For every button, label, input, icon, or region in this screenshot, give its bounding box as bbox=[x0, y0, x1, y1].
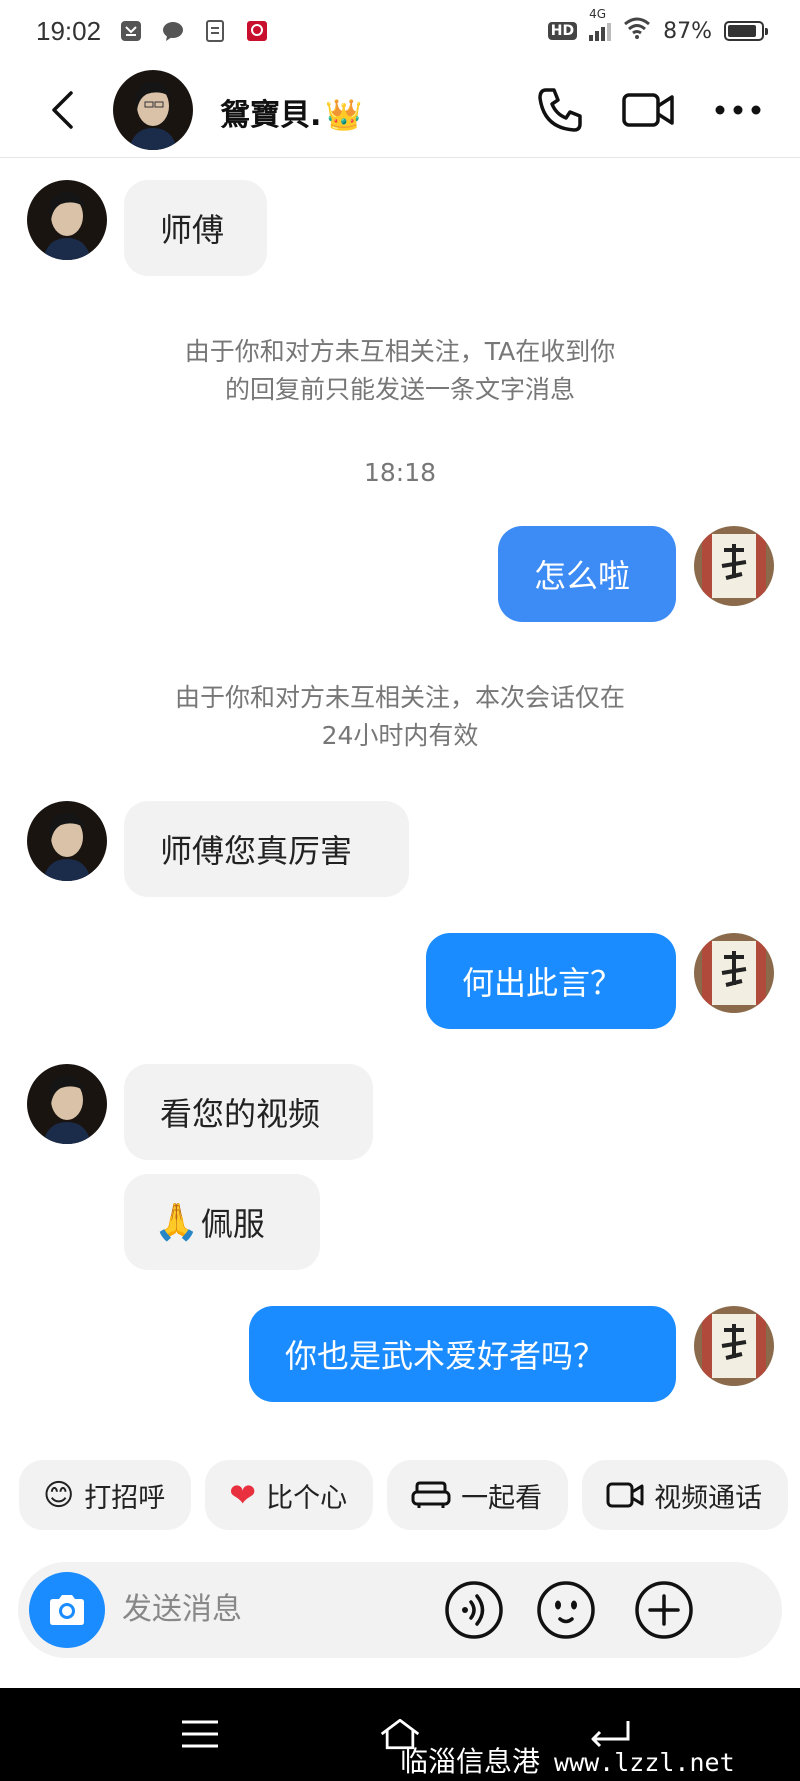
incoming-message-bubble[interactable]: 师傅您真厉害 bbox=[124, 801, 409, 897]
message-input[interactable]: 发送消息 bbox=[122, 1562, 242, 1658]
smile-emoji-icon: 😊 bbox=[43, 1477, 75, 1513]
incoming-message-bubble[interactable]: 看您的视频 bbox=[124, 1064, 373, 1160]
cellular-signal-icon: 4G bbox=[589, 7, 612, 41]
status-time: 19:02 bbox=[36, 15, 102, 46]
plus-icon bbox=[635, 1581, 693, 1639]
heart-icon: ❤ bbox=[229, 1476, 257, 1514]
quick-action-greet[interactable]: 😊 打招呼 bbox=[19, 1460, 192, 1530]
contact-avatar-small[interactable] bbox=[27, 801, 107, 881]
message-text: 师傅 bbox=[160, 211, 225, 249]
pray-emoji-icon: 🙏 bbox=[154, 1202, 199, 1243]
camera-icon bbox=[50, 1595, 84, 1625]
status-bar: 19:02 HD 4G 87% bbox=[0, 0, 800, 62]
wifi-icon bbox=[623, 17, 651, 45]
notice-line: 的回复前只能发送一条文字消息 bbox=[224, 375, 575, 404]
incoming-message-bubble[interactable]: 师傅 bbox=[124, 180, 267, 276]
voice-call-button[interactable] bbox=[534, 86, 586, 134]
quick-actions: 😊 打招呼 ❤ 比个心 一起看 视频通话 bbox=[19, 1460, 789, 1530]
menu-nav-button[interactable] bbox=[178, 1714, 222, 1754]
outgoing-message-bubble[interactable]: 何出此言？ bbox=[426, 933, 676, 1029]
message-text: 佩服 bbox=[200, 1205, 265, 1243]
document-notification-icon bbox=[203, 19, 227, 43]
back-button[interactable] bbox=[42, 86, 82, 134]
crown-icon: 👑 bbox=[325, 98, 363, 133]
contact-avatar-small[interactable] bbox=[27, 1064, 107, 1144]
message-text: 看您的视频 bbox=[160, 1095, 321, 1133]
incoming-message-bubble[interactable]: 🙏 佩服 bbox=[124, 1174, 320, 1270]
app-notification-icon bbox=[119, 19, 143, 43]
voice-message-button[interactable] bbox=[442, 1578, 506, 1642]
message-notification-icon bbox=[161, 19, 185, 43]
system-notice: 由于你和对方未互相关注，TA在收到你 的回复前只能发送一条文字消息 bbox=[0, 333, 800, 409]
message-text: 何出此言？ bbox=[462, 964, 623, 1002]
more-options-button[interactable] bbox=[712, 86, 764, 134]
my-avatar[interactable] bbox=[694, 1306, 774, 1386]
quick-action-watch-together[interactable]: 一起看 bbox=[387, 1460, 569, 1530]
video-call-button[interactable] bbox=[622, 86, 674, 134]
system-notice: 由于你和对方未互相关注，本次会话仅在 24小时内有效 bbox=[0, 679, 800, 755]
contact-name-text: 鴛寶貝. bbox=[220, 98, 322, 133]
more-actions-button[interactable] bbox=[632, 1578, 696, 1642]
quick-action-heart[interactable]: ❤ 比个心 bbox=[205, 1460, 374, 1530]
message-timestamp: 18:18 bbox=[363, 458, 437, 487]
video-icon bbox=[622, 93, 674, 127]
menu-icon bbox=[182, 1720, 218, 1748]
message-text: 师傅您真厉害 bbox=[160, 832, 353, 870]
outgoing-message-bubble[interactable]: 你也是武术爱好者吗？ bbox=[249, 1306, 676, 1402]
battery-level bbox=[728, 25, 756, 37]
phone-icon bbox=[538, 88, 582, 132]
outgoing-message-bubble[interactable]: 怎么啦 bbox=[498, 526, 676, 622]
status-left: 19:02 bbox=[36, 16, 269, 47]
more-icon bbox=[715, 105, 761, 115]
message-composer: 发送消息 bbox=[18, 1562, 782, 1658]
chat-header: 鴛寶貝. 👑 bbox=[0, 62, 800, 158]
my-avatar[interactable] bbox=[694, 933, 774, 1013]
video-icon bbox=[606, 1482, 644, 1508]
message-text: 怎么啦 bbox=[534, 557, 631, 595]
contact-avatar[interactable] bbox=[113, 70, 193, 150]
quick-action-label: 一起看 bbox=[461, 1482, 543, 1514]
notice-line: 由于你和对方未互相关注，本次会话仅在 bbox=[174, 683, 625, 712]
sofa-icon bbox=[411, 1481, 451, 1508]
battery-icon bbox=[724, 21, 768, 41]
back-icon bbox=[52, 91, 73, 129]
camera-button[interactable] bbox=[29, 1572, 105, 1648]
status-right: HD 4G 87% bbox=[547, 7, 768, 45]
my-avatar[interactable] bbox=[694, 526, 774, 606]
network-type: 4G bbox=[589, 7, 607, 21]
notice-line: 由于你和对方未互相关注，TA在收到你 bbox=[184, 337, 616, 366]
contact-avatar-small[interactable] bbox=[27, 180, 107, 260]
emoji-icon bbox=[537, 1581, 595, 1639]
voice-icon bbox=[445, 1581, 503, 1639]
quick-action-label: 打招呼 bbox=[84, 1482, 166, 1514]
message-text: 你也是武术爱好者吗？ bbox=[285, 1337, 606, 1375]
watermark-url: www.lzzl.net bbox=[554, 1748, 735, 1777]
watermark: 临淄信息港 www.lzzl.net bbox=[400, 1740, 735, 1780]
quick-action-label: 比个心 bbox=[266, 1482, 348, 1514]
quick-action-label: 视频通话 bbox=[654, 1482, 763, 1514]
battery-percent: 87% bbox=[663, 18, 712, 44]
contact-name[interactable]: 鴛寶貝. 👑 bbox=[220, 90, 363, 134]
emoji-button[interactable] bbox=[534, 1578, 598, 1642]
hd-indicator: HD bbox=[547, 22, 578, 40]
quick-action-video-call[interactable]: 视频通话 bbox=[582, 1460, 789, 1530]
notice-line: 24小时内有效 bbox=[321, 721, 479, 750]
watermark-text: 临淄信息港 bbox=[400, 1745, 541, 1778]
red-app-notification-icon bbox=[245, 19, 269, 43]
